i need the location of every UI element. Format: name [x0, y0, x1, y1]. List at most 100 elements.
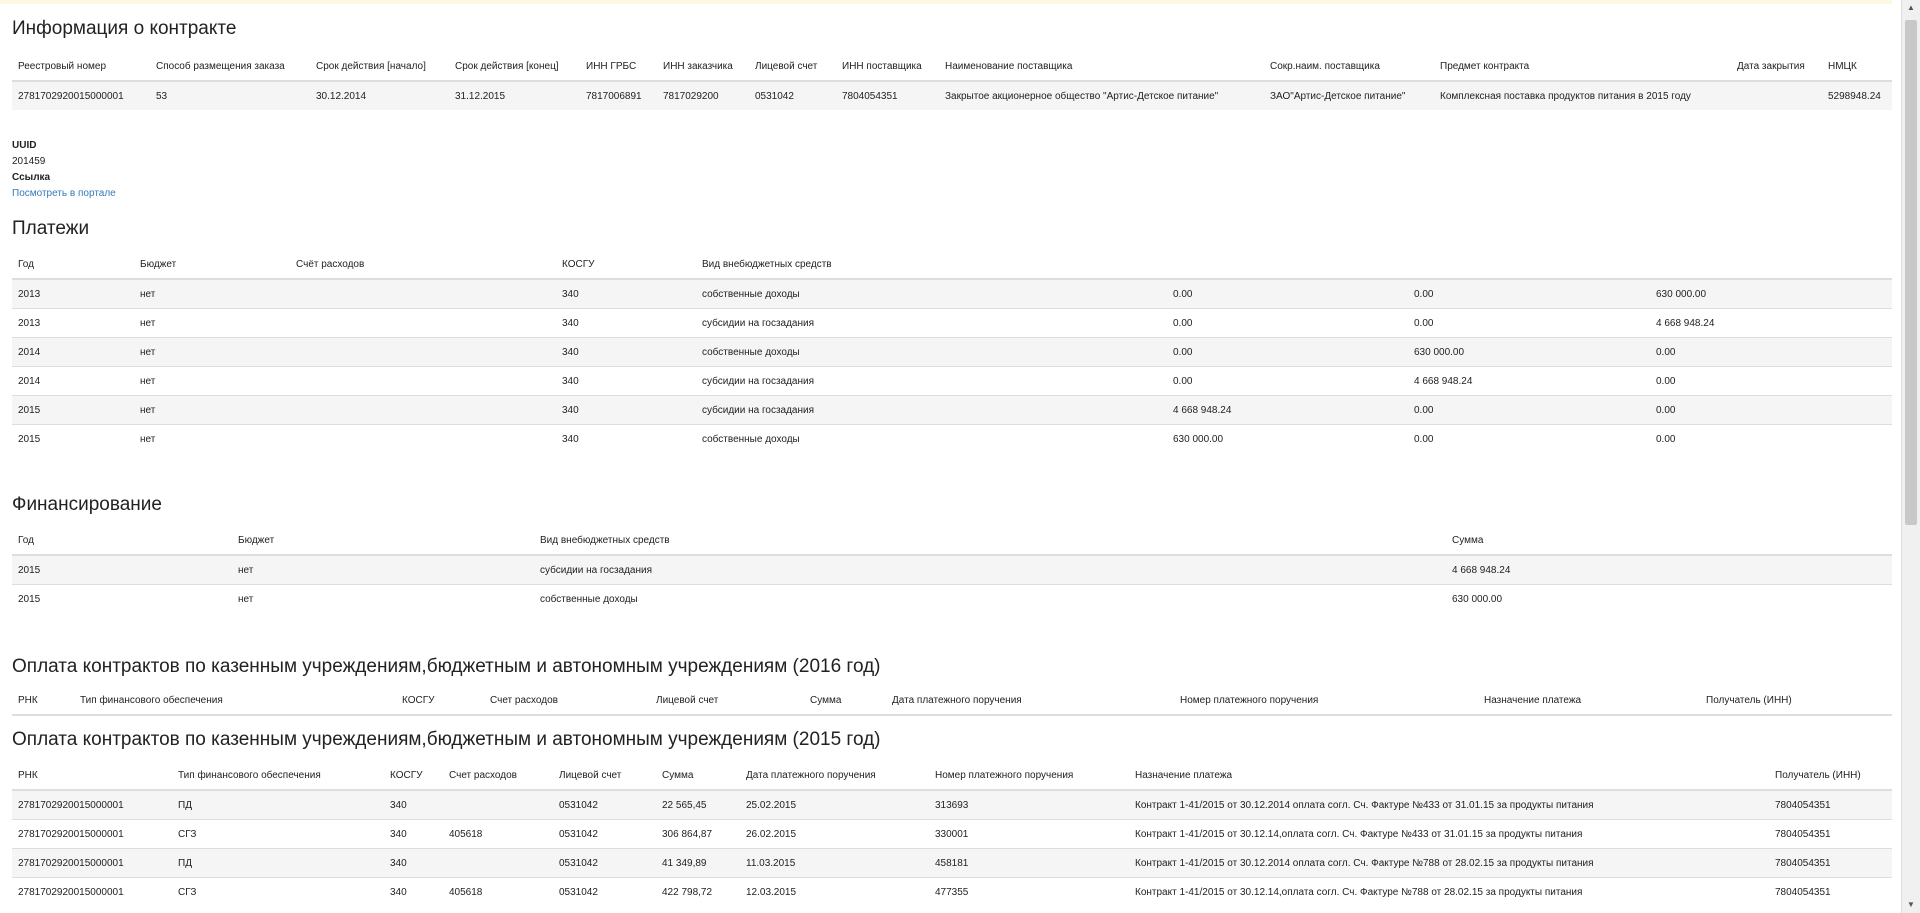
- contract-column-header: ИНН ГРБС: [580, 52, 657, 82]
- payments-cell: 0.00: [1167, 278, 1408, 309]
- pay2015-cell: 477355: [929, 877, 1129, 906]
- link-label: Ссылка: [12, 172, 51, 183]
- payments-cell: [290, 424, 556, 453]
- payments-column-header: Счёт расходов: [290, 250, 556, 280]
- payments-cell: нет: [134, 366, 290, 396]
- pay2015-cell: 340: [384, 819, 443, 849]
- pay2015-column-header: КОСГУ: [384, 761, 443, 791]
- payments-cell: субсидии на госзадания: [696, 395, 1167, 425]
- payments-column-header: [1408, 250, 1650, 280]
- contract-column-header: Срок действия [конец]: [449, 52, 580, 82]
- uuid-value: 201459: [12, 156, 46, 167]
- contract-row: 2781702920015000001 53 30.12.2014 31.12.201…: [12, 80, 1892, 110]
- financing-column-header: Сумма: [1446, 526, 1892, 556]
- pay2015-cell: 458181: [929, 848, 1129, 878]
- contract-column-header: ИНН заказчика: [657, 52, 749, 82]
- payments-cell: 0.00: [1408, 278, 1650, 309]
- pay2015-column-header: Дата платежного поручения: [740, 761, 929, 791]
- payments-cell: 0.00: [1167, 366, 1408, 396]
- payments-section: Платежи Год Бюджет Счёт расходов КОСГУ Вид в…: [12, 218, 1892, 453]
- pay2015-cell: Контракт 1-41/2015 от 30.12.14,оплата со…: [1129, 877, 1769, 906]
- payments-cell: [290, 308, 556, 338]
- payments-cell: 340: [556, 278, 696, 309]
- payments-cell: [290, 337, 556, 367]
- pay2015-cell: 306 864,87: [656, 819, 740, 849]
- financing-table: Год Бюджет Вид внебюджетных средств Сумма 2…: [12, 526, 1892, 613]
- financing-cell: 2015: [12, 554, 232, 585]
- payments-column-header: [1650, 250, 1892, 280]
- payments-cell: 340: [556, 366, 696, 396]
- payments-cell: 2015: [12, 424, 134, 453]
- view-in-portal-link[interactable]: Посмотреть в портале: [12, 188, 116, 199]
- payments-title: Платежи: [12, 218, 90, 239]
- pay2015-column-header: Получатель (ИНН): [1769, 761, 1892, 791]
- payments-cell: 340: [556, 308, 696, 338]
- pay2015-cell: 405618: [443, 819, 553, 849]
- financing-cell: нет: [232, 584, 534, 613]
- pay2015-cell: 11.03.2015: [740, 848, 929, 878]
- payments-cell: 340: [556, 424, 696, 453]
- vertical-scrollbar[interactable]: ▲ ▼: [1901, 0, 1920, 913]
- pay2016-section: Оплата контрактов по казенным учреждения…: [12, 656, 1892, 716]
- payments-column-header: КОСГУ: [556, 250, 696, 280]
- pay2015-cell: ПД: [172, 848, 384, 878]
- payments-table: Год Бюджет Счёт расходов КОСГУ Вид внебюджет…: [12, 250, 1892, 453]
- payments-cell: нет: [134, 337, 290, 367]
- financing-column-header: Вид внебюджетных средств: [534, 526, 1446, 556]
- payments-cell: 4 668 948.24: [1167, 395, 1408, 425]
- pay2015-cell: 330001: [929, 819, 1129, 849]
- financing-title: Финансирование: [12, 494, 162, 515]
- pay2015-cell: 12.03.2015: [740, 877, 929, 906]
- contract-cell: 7817006891: [580, 80, 657, 110]
- pay2015-cell: Контракт 1-41/2015 от 30.12.14,оплата со…: [1129, 819, 1769, 849]
- contract-meta: UUID 201459 Ссылка Посмотреть в портале: [12, 138, 116, 202]
- pay2015-table: РНК Тип финансового обеспечения КОСГУ Счет …: [12, 761, 1892, 906]
- pay2015-row: 2781702920015000001 СГЗ 340 405618 0531042 42…: [12, 877, 1892, 906]
- pay2015-column-header: Сумма: [656, 761, 740, 791]
- pay2015-cell: 0531042: [553, 819, 656, 849]
- pay2015-cell: 2781702920015000001: [12, 848, 172, 878]
- scroll-down-icon[interactable]: ▼: [1902, 897, 1920, 913]
- payments-cell: 0.00: [1650, 424, 1892, 453]
- page-content: Информация о контракте Реестровый номер С…: [12, 0, 1892, 913]
- scroll-up-icon[interactable]: ▲: [1902, 0, 1920, 16]
- payments-cell: 340: [556, 395, 696, 425]
- payments-cell: 2015: [12, 395, 134, 425]
- pay2016-column-header: Тип финансового обеспечения: [74, 686, 396, 716]
- contract-cell: 30.12.2014: [310, 80, 449, 110]
- scroll-thumb[interactable]: [1905, 20, 1917, 525]
- pay2015-cell: 25.02.2015: [740, 789, 929, 820]
- pay2015-cell: СГЗ: [172, 877, 384, 906]
- payments-cell: [290, 366, 556, 396]
- pay2015-cell: 313693: [929, 789, 1129, 820]
- payments-cell: 0.00: [1167, 337, 1408, 367]
- pay2015-column-header: Лицевой счет: [553, 761, 656, 791]
- payments-cell: 2013: [12, 308, 134, 338]
- pay2015-column-header: Тип финансового обеспечения: [172, 761, 384, 791]
- pay2015-cell: Контракт 1-41/2015 от 30.12.2014 оплата …: [1129, 848, 1769, 878]
- uuid-label: UUID: [12, 140, 37, 151]
- contract-cell: ЗАО"Артис-Детское питание": [1264, 80, 1434, 110]
- payments-cell: субсидии на госзадания: [696, 366, 1167, 396]
- contract-cell: Закрытое акционерное общество "Артис-Дет…: [939, 80, 1264, 110]
- pay2015-column-header: Счет расходов: [443, 761, 553, 791]
- pay2015-cell: 0531042: [553, 848, 656, 878]
- pay2016-column-header: Лицевой счет: [650, 686, 804, 716]
- pay2016-column-header: Назначение платежа: [1478, 686, 1700, 716]
- pay2015-cell: 26.02.2015: [740, 819, 929, 849]
- contract-column-header: Способ размещения заказа: [150, 52, 310, 82]
- pay2016-table: РНК Тип финансового обеспечения КОСГУ Счет …: [12, 686, 1892, 716]
- pay2015-cell: Контракт 1-41/2015 от 30.12.2014 оплата …: [1129, 789, 1769, 820]
- financing-cell: 4 668 948.24: [1446, 554, 1892, 585]
- contract-cell: 2781702920015000001: [12, 80, 150, 110]
- payments-cell: 630 000.00: [1408, 337, 1650, 367]
- contract-column-header: НМЦК: [1822, 52, 1892, 82]
- payments-cell: нет: [134, 424, 290, 453]
- pay2015-cell: 2781702920015000001: [12, 789, 172, 820]
- contract-table: Реестровый номер Способ размещения заказа…: [12, 52, 1892, 110]
- payments-column-header: Вид внебюджетных средств: [696, 250, 1167, 280]
- financing-column-header: Год: [12, 526, 232, 556]
- pay2015-cell: 22 565,45: [656, 789, 740, 820]
- pay2015-cell: 7804054351: [1769, 848, 1892, 878]
- financing-cell: нет: [232, 554, 534, 585]
